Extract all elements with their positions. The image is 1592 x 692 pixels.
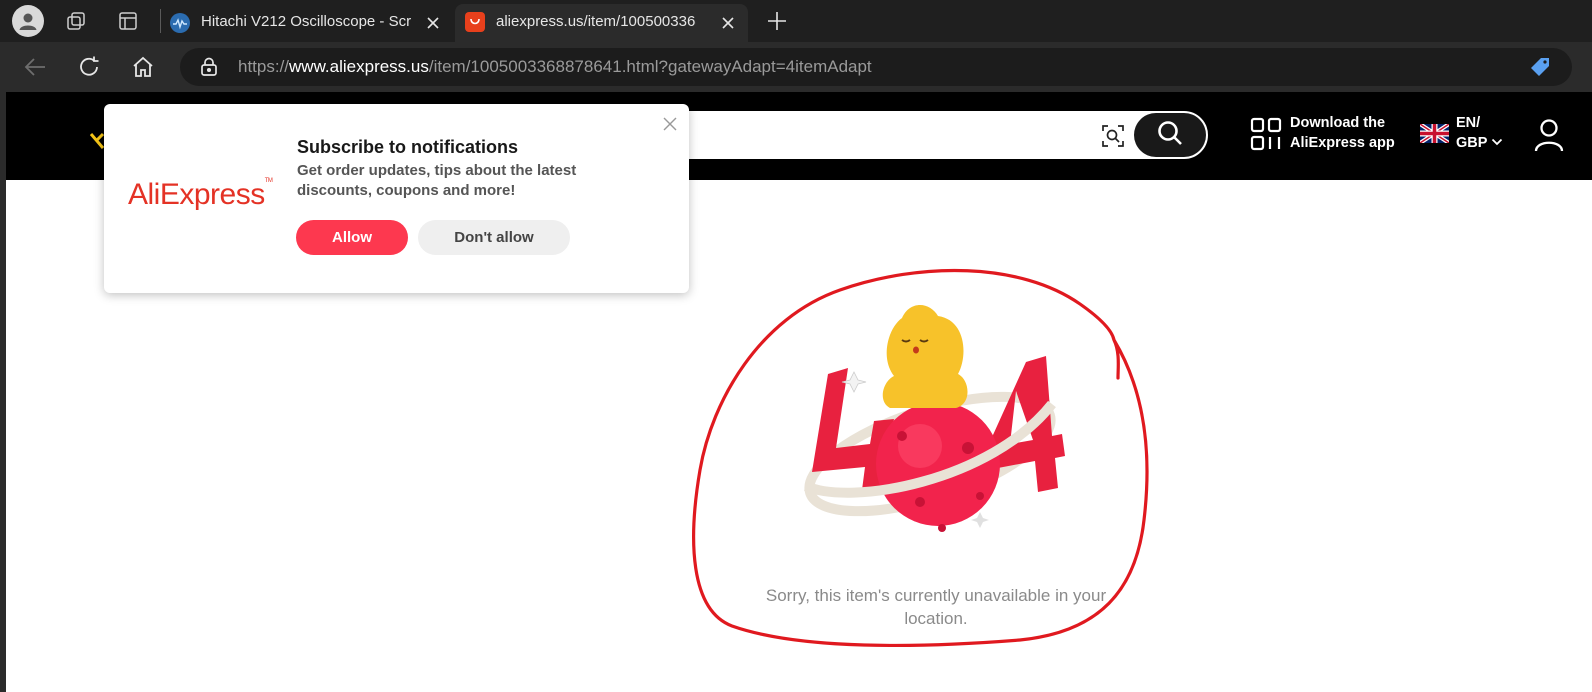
tab-title: Hitachi V212 Oscilloscope - Scree bbox=[201, 13, 411, 30]
address-bar[interactable]: https://www.aliexpress.us/item/100500336… bbox=[180, 48, 1572, 86]
url-scheme: https:// bbox=[238, 57, 290, 76]
new-tab-icon[interactable] bbox=[765, 9, 789, 33]
uk-flag-icon[interactable] bbox=[1418, 122, 1451, 145]
download-app-link[interactable]: Download the AliExpress app bbox=[1290, 113, 1395, 153]
allow-button[interactable]: Allow bbox=[296, 220, 408, 255]
close-tab-icon[interactable] bbox=[718, 13, 738, 33]
url-path: /item/1005003368878641.html?gatewayAdapt… bbox=[428, 57, 872, 76]
tab-title: aliexpress.us/item/10050033688797 bbox=[496, 13, 696, 30]
tab-divider bbox=[160, 9, 161, 33]
aliexpress-bag-icon bbox=[465, 12, 485, 32]
aliexpress-logo: AliExpressTM bbox=[128, 178, 273, 211]
notification-permission-popup: AliExpressTM Subscribe to notifications … bbox=[104, 104, 689, 293]
language-currency-selector[interactable]: EN/ GBP bbox=[1456, 113, 1503, 153]
waveform-icon bbox=[170, 13, 190, 33]
back-icon[interactable] bbox=[22, 55, 48, 79]
download-line1: Download the bbox=[1290, 115, 1386, 131]
url-host: www.aliexpress.us bbox=[289, 57, 429, 76]
image-search-icon[interactable] bbox=[1100, 123, 1126, 149]
search-button[interactable] bbox=[1134, 113, 1206, 157]
tab-actions-icon[interactable] bbox=[116, 9, 140, 33]
chevron-down-icon bbox=[1491, 133, 1503, 153]
close-tab-icon[interactable] bbox=[423, 13, 443, 33]
lock-icon[interactable] bbox=[198, 56, 220, 78]
qr-code-icon[interactable] bbox=[1250, 117, 1282, 151]
home-icon[interactable] bbox=[130, 54, 156, 80]
window-edge bbox=[0, 92, 6, 692]
error-message: Sorry, this item's currently unavailable… bbox=[765, 586, 1107, 628]
account-icon[interactable] bbox=[1532, 116, 1566, 154]
profile-avatar-icon[interactable] bbox=[12, 5, 44, 37]
dont-allow-button[interactable]: Don't allow bbox=[418, 220, 570, 255]
tab-oscilloscope[interactable]: Hitachi V212 Oscilloscope - Scree bbox=[163, 4, 453, 42]
close-icon[interactable] bbox=[660, 114, 680, 134]
reload-icon[interactable] bbox=[76, 54, 102, 80]
aliexpress-logo-fragment[interactable] bbox=[89, 130, 105, 150]
popup-body: Get order updates, tips about the latest… bbox=[297, 162, 577, 199]
language-label: EN/ bbox=[1456, 115, 1481, 131]
error-404-illustration bbox=[803, 305, 1065, 532]
browser-toolbar: https://www.aliexpress.us/item/100500336… bbox=[0, 42, 1592, 92]
download-line2: AliExpress app bbox=[1290, 135, 1395, 151]
price-tag-icon[interactable] bbox=[1528, 56, 1552, 78]
tab-bar: Hitachi V212 Oscilloscope - Scree aliexp… bbox=[0, 0, 1592, 42]
popup-title: Subscribe to notifications bbox=[297, 137, 519, 157]
tab-aliexpress[interactable]: aliexpress.us/item/10050033688797 bbox=[455, 4, 748, 42]
workspaces-icon[interactable] bbox=[64, 9, 88, 33]
currency-label: GBP bbox=[1456, 135, 1488, 151]
url-text[interactable]: https://www.aliexpress.us/item/100500336… bbox=[238, 57, 872, 77]
mascot-creature bbox=[882, 305, 968, 408]
search-icon bbox=[1156, 119, 1184, 152]
